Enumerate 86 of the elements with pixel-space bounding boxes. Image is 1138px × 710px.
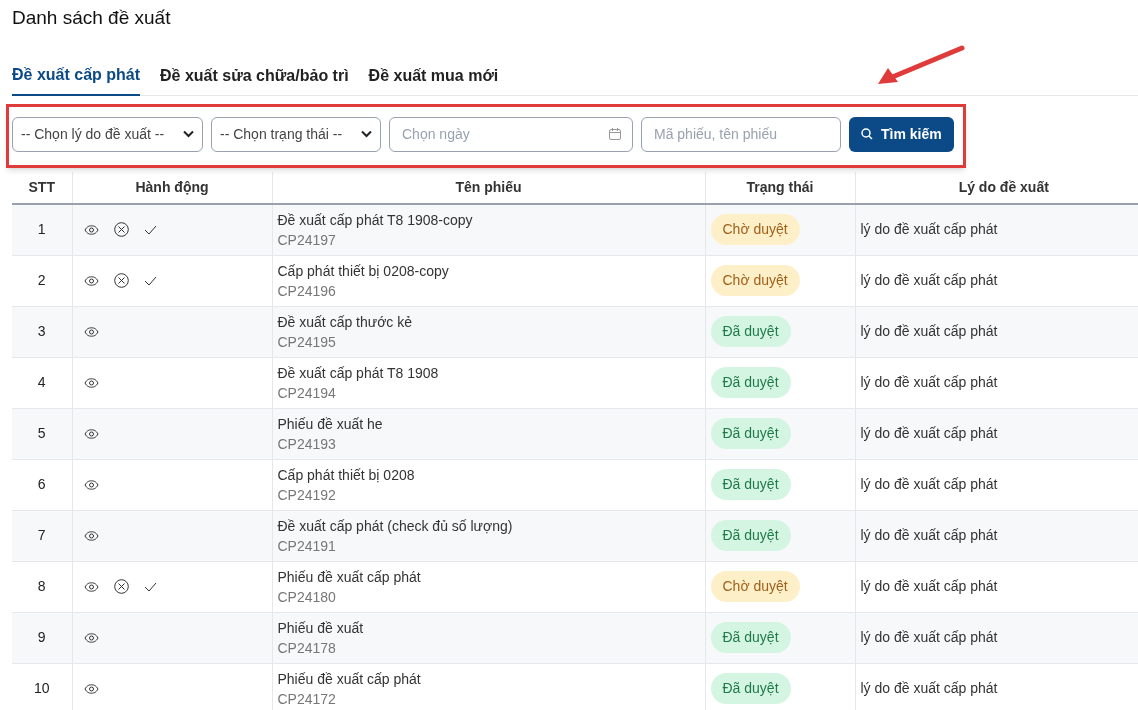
column-header: Hành động (72, 172, 272, 204)
table-cell: 8 (12, 561, 72, 612)
request-code: CP24196 (277, 281, 337, 301)
status-badge: Đã duyệt (710, 418, 791, 449)
table-cell: lý do đề xuất cấp phát (855, 204, 1138, 255)
eye-icon[interactable] (83, 428, 99, 439)
table-cell: 1 (12, 204, 72, 255)
date-field[interactable]: Chọn ngày (389, 116, 633, 152)
table-cell: 10 (12, 663, 72, 710)
request-name: Phiếu đề xuất (277, 618, 365, 638)
column-header: Lý do đề xuất (855, 172, 1138, 204)
table-cell: lý do đề xuất cấp phát (855, 459, 1138, 510)
tab[interactable]: Đề xuất cấp phát (12, 55, 141, 96)
tab[interactable]: Đề xuất sửa chữa/bảo trì (160, 55, 349, 96)
table-cell: 3 (12, 306, 72, 357)
request-code: CP24178 (277, 638, 337, 658)
status-badge: Đã duyệt (710, 673, 791, 704)
request-name: Cấp phát thiết bị 0208-copy (277, 261, 450, 281)
table-cell: lý do đề xuất cấp phát (855, 255, 1138, 306)
eye-icon[interactable] (83, 377, 99, 388)
select-field[interactable]: -- Chọn lý do đề xuất -- (12, 116, 203, 152)
request-code: CP24172 (277, 689, 337, 709)
status-badge: Đã duyệt (710, 316, 791, 347)
request-code: CP24192 (277, 485, 337, 505)
check-icon[interactable] (143, 581, 157, 592)
request-name: Đề xuất cấp phát T8 1908 (277, 363, 440, 383)
eye-icon[interactable] (83, 632, 99, 643)
request-code: CP24191 (277, 536, 337, 556)
table-cell: 4 (12, 357, 72, 408)
request-name: Đề xuất cấp thước kẻ (277, 312, 413, 332)
search-button[interactable]: Tìm kiếm (849, 116, 954, 152)
table-cell: 2 (12, 255, 72, 306)
request-name: Phiếu đề xuất he (277, 414, 384, 434)
column-header: Trạng thái (705, 172, 855, 204)
table-cell: lý do đề xuất cấp phát (855, 408, 1138, 459)
table-cell: 7 (12, 510, 72, 561)
request-name: Cấp phát thiết bị 0208 (277, 465, 416, 485)
cancel-icon[interactable] (113, 222, 129, 238)
select-value: -- Chọn lý do đề xuất -- (21, 124, 165, 144)
eye-icon[interactable] (83, 479, 99, 490)
table-cell: 9 (12, 612, 72, 663)
search-field[interactable]: Mã phiếu, tên phiếu (641, 116, 841, 152)
table-cell: lý do đề xuất cấp phát (855, 357, 1138, 408)
request-name: Phiếu đề xuất cấp phát (277, 567, 422, 587)
status-badge: Chờ duyệt (710, 265, 800, 296)
request-name: Đề xuất cấp phát T8 1908-copy (277, 210, 474, 230)
eye-icon[interactable] (83, 683, 99, 694)
search-icon (861, 128, 873, 140)
eye-icon[interactable] (83, 326, 99, 337)
status-badge: Chờ duyệt (710, 571, 800, 602)
request-code: CP24193 (277, 434, 337, 454)
select-field[interactable]: -- Chọn trạng thái -- (211, 116, 381, 152)
check-icon[interactable] (143, 275, 157, 286)
calendar-icon (609, 127, 621, 140)
cancel-icon[interactable] (113, 579, 129, 594)
page-title: Danh sách đề xuất (12, 5, 171, 30)
table-cell: lý do đề xuất cấp phát (855, 510, 1138, 561)
cancel-icon[interactable] (113, 273, 129, 288)
status-badge: Đã duyệt (710, 367, 791, 398)
eye-icon[interactable] (83, 581, 99, 592)
select-value: -- Chọn trạng thái -- (220, 124, 343, 144)
tab[interactable]: Đề xuất mua mới (368, 55, 499, 96)
status-badge: Đã duyệt (710, 520, 791, 551)
status-badge: Chờ duyệt (710, 214, 800, 246)
eye-icon[interactable] (83, 224, 99, 235)
table-cell: lý do đề xuất cấp phát (855, 663, 1138, 710)
request-code: CP24195 (277, 332, 337, 352)
table-cell: 5 (12, 408, 72, 459)
table-cell: 6 (12, 459, 72, 510)
chevron-down-icon (183, 130, 194, 138)
request-code: CP24197 (277, 230, 337, 250)
chevron-down-icon (361, 130, 372, 138)
request-name: Phiếu đề xuất cấp phát (277, 669, 422, 689)
status-badge: Đã duyệt (710, 469, 791, 500)
request-code: CP24180 (277, 587, 337, 607)
table-cell: lý do đề xuất cấp phát (855, 306, 1138, 357)
status-badge: Đã duyệt (710, 622, 791, 653)
request-name: Đề xuất cấp phát (check đủ số lượng) (277, 516, 514, 536)
table-cell: lý do đề xuất cấp phát (855, 612, 1138, 663)
column-header: Tên phiếu (272, 172, 705, 204)
eye-icon[interactable] (83, 530, 99, 541)
request-code: CP24194 (277, 383, 337, 403)
table-cell: lý do đề xuất cấp phát (855, 561, 1138, 612)
eye-icon[interactable] (83, 275, 99, 286)
column-header: STT (12, 172, 72, 204)
check-icon[interactable] (143, 224, 157, 235)
